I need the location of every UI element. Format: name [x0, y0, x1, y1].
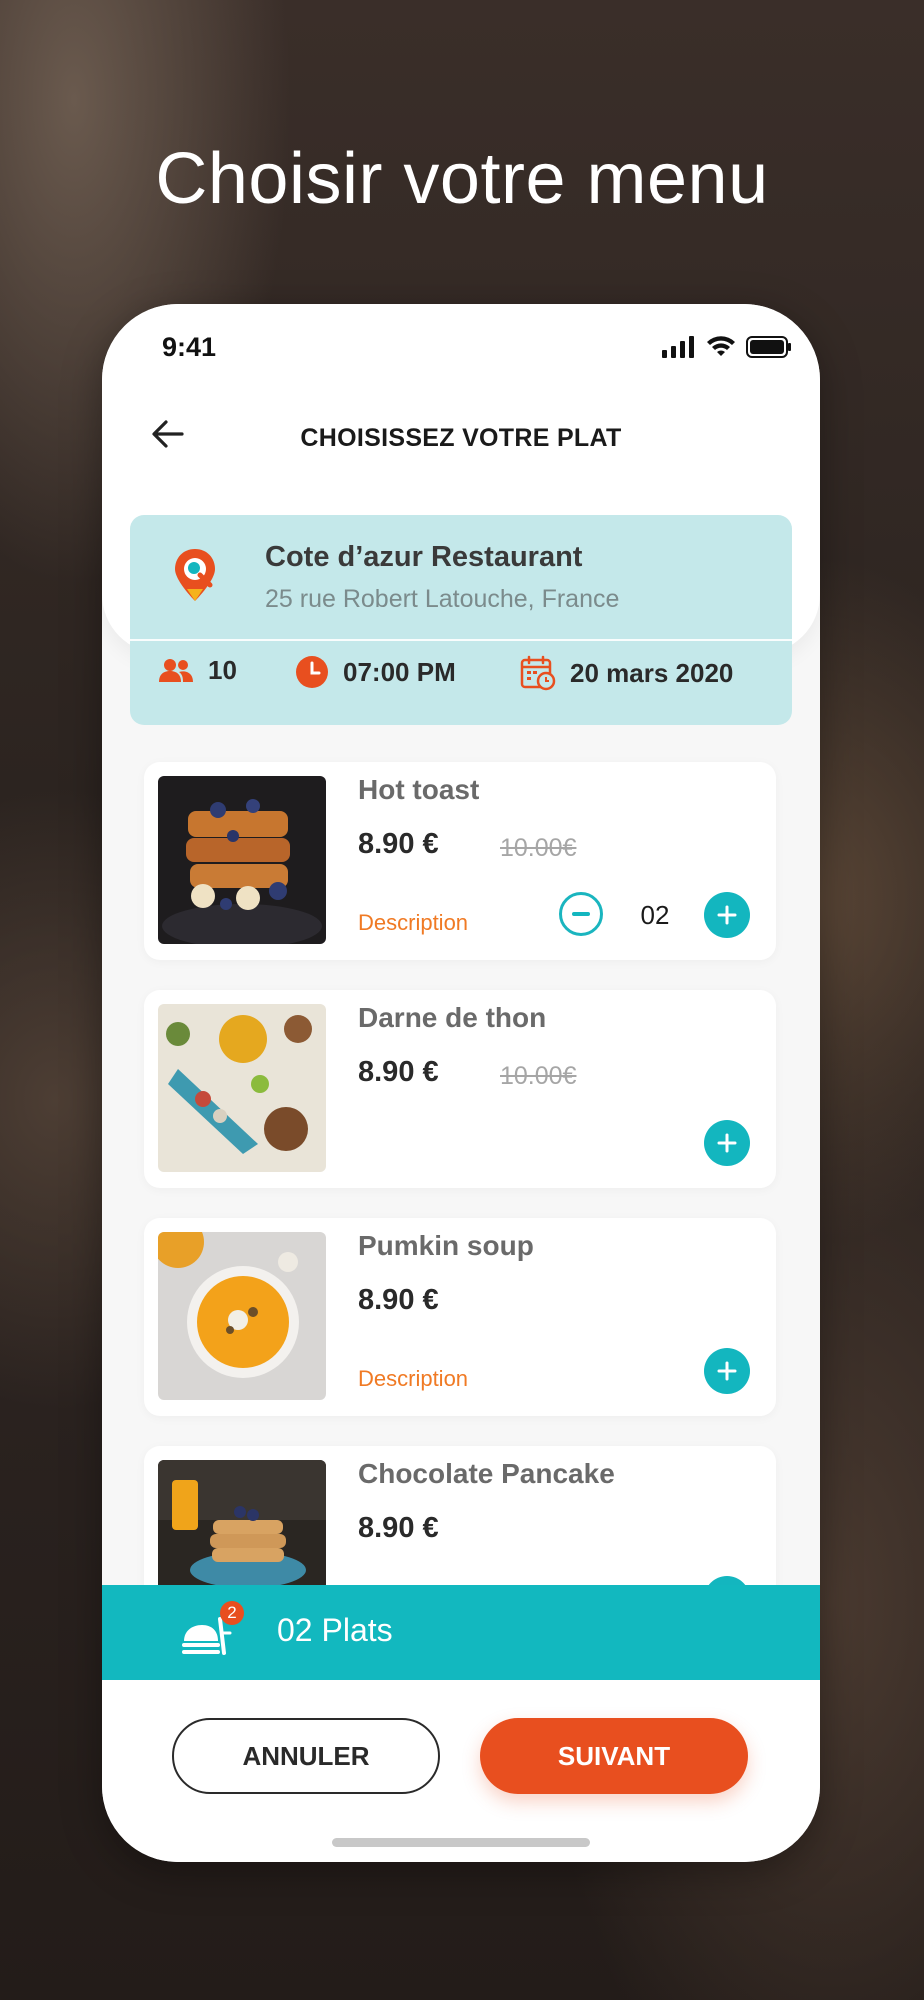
screen-title: CHOISISSEZ VOTRE PLAT	[300, 424, 622, 452]
time-info: 07:00 PM	[295, 655, 456, 689]
dish-photo-darne-de-thon	[158, 1004, 326, 1172]
dish-name: Darne de thon	[358, 1002, 547, 1033]
restaurant-name: Cote d’azur Restaurant	[265, 541, 583, 573]
quantity-increase-button[interactable]	[704, 892, 750, 938]
wifi-icon	[707, 336, 735, 356]
battery-icon	[746, 336, 791, 358]
description-link[interactable]: Description	[358, 1366, 468, 1392]
add-dish-button[interactable]	[704, 1348, 750, 1394]
home-indicator[interactable]	[332, 1838, 590, 1847]
restaurant-address: 25 rue Robert Latouche, France	[265, 585, 620, 613]
clock-icon	[296, 656, 328, 688]
dish-old-price: 10.00€	[500, 1062, 577, 1090]
divider	[130, 639, 792, 641]
minus-icon	[572, 912, 590, 916]
dish-name: Hot toast	[358, 774, 480, 805]
cart-count-badge: 2	[220, 1601, 244, 1625]
dish-card[interactable]: Hot toast 8.90 € 10.00€ Description 02	[144, 762, 776, 960]
guests-count: 10	[208, 655, 237, 685]
headline: Choisir votre menu	[155, 139, 769, 219]
status-icons	[662, 336, 792, 358]
restaurant-location-icon	[175, 549, 215, 601]
plus-icon	[717, 1361, 737, 1381]
signal-icon	[662, 336, 694, 358]
dish-price: 8.90 €	[358, 828, 439, 860]
description-link[interactable]: Description	[358, 910, 468, 936]
restaurant-card: Cote d’azur Restaurant 25 rue Robert Lat…	[130, 515, 792, 725]
status-time: 9:41	[162, 332, 217, 362]
action-bar: ANNULER SUIVANT	[102, 1680, 820, 1862]
next-button[interactable]: SUIVANT	[480, 1718, 748, 1794]
dish-name: Pumkin soup	[358, 1230, 534, 1261]
add-dish-button[interactable]	[704, 1120, 750, 1166]
date-info: 20 mars 2020	[520, 655, 733, 691]
reservation-time: 07:00 PM	[343, 656, 456, 687]
quantity-decrease-button[interactable]	[559, 892, 603, 936]
quantity-value: 02	[640, 900, 670, 930]
dish-name: Chocolate Pancake	[358, 1458, 615, 1489]
cart-bar[interactable]: 2 02 Plats	[102, 1585, 820, 1680]
dish-price: 8.90 €	[358, 1512, 439, 1544]
dish-price: 8.90 €	[358, 1056, 439, 1088]
dish-photo-hot-toast	[158, 776, 326, 944]
plus-icon	[717, 1133, 737, 1153]
dish-old-price: 10.00€	[500, 834, 577, 862]
dish-card[interactable]: Darne de thon 8.90 € 10.00€	[144, 990, 776, 1188]
calendar-icon	[520, 655, 556, 691]
dish-card[interactable]: Pumkin soup 8.90 € Description	[144, 1218, 776, 1416]
dish-price: 8.90 €	[358, 1284, 439, 1316]
plus-icon	[717, 905, 737, 925]
dish-photo-pumkin-soup	[158, 1232, 326, 1400]
cart-label: 02 Plats	[277, 1612, 393, 1648]
reservation-date: 20 mars 2020	[570, 657, 734, 688]
guests-info: 10	[158, 655, 237, 686]
phone-frame: 9:41 CHOISISSEZ VOTRE PLAT Cote d’azur R…	[102, 304, 820, 1862]
cancel-button[interactable]: ANNULER	[172, 1718, 440, 1794]
people-icon	[159, 658, 193, 682]
